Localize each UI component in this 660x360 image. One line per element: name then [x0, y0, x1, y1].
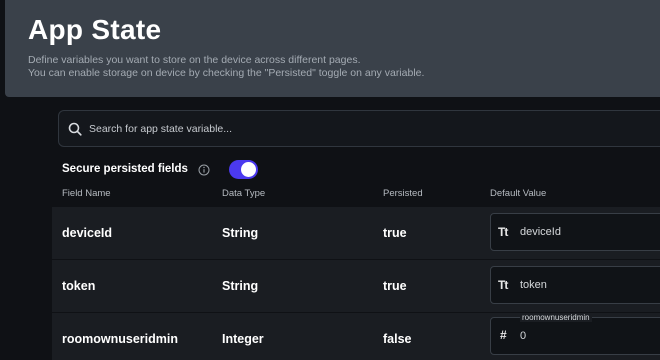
default-value-field[interactable]: Tt token	[490, 266, 660, 304]
column-header-field-name: Field Name	[62, 188, 111, 199]
field-name: token	[62, 279, 96, 293]
field-name: roomownuseridmin	[62, 332, 178, 346]
persisted-value[interactable]: true	[383, 226, 407, 240]
data-type: Integer	[222, 332, 264, 346]
default-value-text[interactable]: token	[520, 279, 547, 291]
default-value-text[interactable]: 0	[520, 330, 526, 342]
data-type: String	[222, 279, 259, 293]
page-description: Define variables you want to store on th…	[28, 54, 424, 80]
text-type-icon: Tt	[498, 225, 508, 239]
column-header-default-value: Default Value	[490, 188, 547, 199]
data-type: String	[222, 226, 259, 240]
table-row[interactable]: token String true Tt token	[52, 260, 660, 312]
page-description-line-2: You can enable storage on device by chec…	[28, 67, 425, 79]
secure-persisted-fields-toggle[interactable]	[229, 160, 258, 179]
page-description-line-1: Define variables you want to store on th…	[28, 54, 361, 66]
default-value-field[interactable]: roomownuseridmin # 0	[490, 313, 660, 355]
toggle-knob	[241, 162, 256, 177]
default-value-text[interactable]: deviceId	[520, 226, 561, 238]
search-box[interactable]	[58, 110, 660, 147]
text-type-icon: Tt	[498, 278, 508, 292]
number-type-icon: #	[500, 328, 507, 342]
page-title: App State	[28, 14, 162, 45]
persisted-value[interactable]: false	[383, 332, 412, 346]
column-header-data-type: Data Type	[222, 188, 266, 199]
secure-persisted-fields-label: Secure persisted fields	[62, 163, 188, 175]
field-name: deviceId	[62, 226, 113, 240]
default-value-field[interactable]: Tt deviceId	[490, 213, 660, 251]
table-row[interactable]: roomownuseridmin Integer false roomownus…	[52, 313, 660, 360]
page-header: App State Define variables you want to s…	[5, 0, 660, 97]
default-value-floating-label: roomownuseridmin	[520, 313, 592, 322]
search-input[interactable]	[89, 111, 649, 146]
column-header-persisted: Persisted	[383, 188, 423, 199]
search-icon	[68, 122, 82, 136]
table-row[interactable]: deviceId String true Tt deviceId	[52, 207, 660, 259]
persisted-value[interactable]: true	[383, 279, 407, 293]
info-icon[interactable]	[198, 164, 210, 176]
